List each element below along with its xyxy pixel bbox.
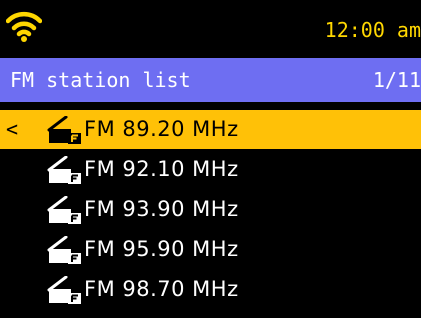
station-item[interactable]: FM 92.10 MHz — [0, 150, 421, 189]
fm-radio-icon — [47, 116, 81, 144]
station-label: FM 93.90 MHz — [84, 197, 239, 221]
station-item[interactable]: FM 95.90 MHz — [0, 230, 421, 269]
station-label: FM 98.70 MHz — [84, 277, 239, 301]
wifi-icon — [6, 11, 42, 42]
station-item[interactable]: FM 98.70 MHz — [0, 270, 421, 309]
fm-radio-icon — [47, 196, 81, 224]
page-title: FM station list — [10, 68, 191, 92]
station-label: FM 92.10 MHz — [84, 157, 239, 181]
fm-radio-icon — [47, 236, 81, 264]
status-bar: 12:00 am — [0, 0, 421, 58]
station-list: < FM 89.20 MHz FM 92.10 MHz FM 93.90 MHz — [0, 110, 421, 310]
list-header: FM station list 1/11 — [0, 58, 421, 102]
station-label: FM 95.90 MHz — [84, 237, 239, 261]
fm-radio-icon — [47, 276, 81, 304]
station-item[interactable]: FM 93.90 MHz — [0, 190, 421, 229]
page-indicator: 1/11 — [372, 68, 421, 92]
back-icon[interactable]: < — [6, 117, 18, 141]
station-item[interactable]: < FM 89.20 MHz — [0, 110, 421, 149]
station-label: FM 89.20 MHz — [84, 117, 239, 141]
fm-radio-icon — [47, 156, 81, 184]
clock: 12:00 am — [324, 18, 421, 42]
